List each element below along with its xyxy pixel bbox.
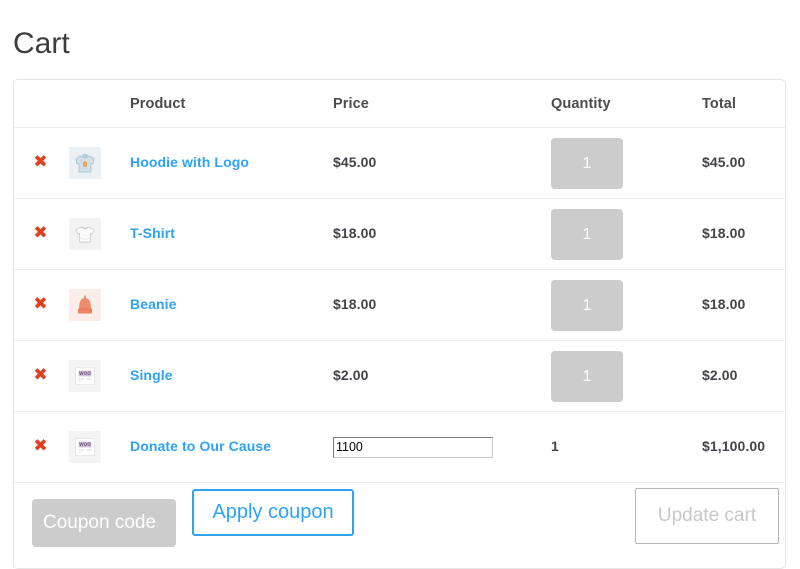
product-name-cell: Beanie [130,296,333,314]
quantity-cell: 1 [551,208,702,260]
product-name-cell: Hoodie with Logo [130,154,333,172]
price-value: $45.00 [333,154,377,170]
total-cell: $2.00 [702,367,785,385]
total-cell: $1,100.00 [702,438,785,456]
cart-actions-row: Apply coupon Update cart [14,482,785,568]
page-title: Cart [13,27,70,61]
svg-text:WOO: WOO [79,371,91,376]
price-cell [333,436,551,458]
quantity-input[interactable]: 1 [551,350,623,402]
album-thumbnail-icon[interactable]: WOO [69,431,101,463]
price-value: $2.00 [333,367,369,383]
price-cell: $2.00 [333,367,551,385]
quantity-input[interactable]: 1 [551,208,623,260]
price-value: $18.00 [333,296,377,312]
table-row: ✖ Beanie $18.00 1 $18.00 [14,269,785,340]
remove-icon[interactable]: ✖ [33,225,47,242]
cart-page: Cart Product Price Quantity Total ✖ Hood… [0,0,800,569]
table-row: ✖ Hoodie with Logo $45.00 1 $45.00 [14,127,785,198]
product-link[interactable]: T-Shirt [130,225,175,241]
total-value: $2.00 [702,367,738,383]
remove-icon[interactable]: ✖ [33,438,47,455]
cart-table-header-row: Product Price Quantity Total [14,80,785,127]
table-row: ✖ WOO Single $2.00 1 $2.00 [14,340,785,411]
header-total: Total [702,95,737,112]
remove-cell: ✖ [14,225,67,243]
quantity-input[interactable]: 1 [551,137,623,189]
total-value: $18.00 [702,225,746,241]
price-cell: $45.00 [333,154,551,172]
total-cell: $18.00 [702,225,785,243]
thumbnail-cell [67,289,130,321]
quantity-cell: 1 [551,350,702,402]
svg-text:WOO: WOO [79,442,91,447]
quantity-cell: 1 [551,279,702,331]
product-name-cell: T-Shirt [130,225,333,243]
product-link[interactable]: Single [130,367,173,383]
header-price: Price [333,95,369,112]
quantity-cell: 1 [551,137,702,189]
total-value: $18.00 [702,296,746,312]
product-name-cell: Donate to Our Cause [130,438,333,456]
thumbnail-cell: WOO [67,431,130,463]
update-cart-button[interactable]: Update cart [635,488,779,544]
remove-cell: ✖ [14,296,67,314]
quantity-value: 1 [551,438,559,454]
remove-icon[interactable]: ✖ [33,296,47,313]
thumbnail-cell [67,147,130,179]
tshirt-thumbnail-icon[interactable] [69,218,101,250]
product-link[interactable]: Hoodie with Logo [130,154,249,170]
thumbnail-cell [67,218,130,250]
header-quantity: Quantity [551,95,611,112]
quantity-input[interactable]: 1 [551,279,623,331]
table-row: ✖ WOO Donate to Our Cause 1100 1 $1,100.… [14,411,785,482]
table-row: ✖ T-Shirt $18.00 1 $18.00 [14,198,785,269]
album-thumbnail-icon[interactable]: WOO [69,360,101,392]
total-cell: $45.00 [702,154,785,172]
hoodie-thumbnail-icon[interactable] [69,147,101,179]
total-value: $45.00 [702,154,746,170]
remove-cell: ✖ [14,154,67,172]
remove-cell: ✖ [14,367,67,385]
donation-amount-input[interactable] [333,436,493,458]
product-link[interactable]: Beanie [130,296,177,312]
total-value: $1,100.00 [702,438,766,454]
apply-coupon-button[interactable]: Apply coupon [192,489,354,536]
total-cell: $18.00 [702,296,785,314]
price-cell: $18.00 [333,225,551,243]
quantity-cell: 1 [551,438,702,456]
remove-icon[interactable]: ✖ [33,367,47,384]
product-link[interactable]: Donate to Our Cause [130,438,271,454]
price-cell: $18.00 [333,296,551,314]
beanie-thumbnail-icon[interactable] [69,289,101,321]
product-name-cell: Single [130,367,333,385]
remove-icon[interactable]: ✖ [33,154,47,171]
cart-table: Product Price Quantity Total ✖ Hoodie wi… [13,79,786,569]
thumbnail-cell: WOO [67,360,130,392]
price-value: $18.00 [333,225,377,241]
coupon-code-input[interactable] [32,499,176,547]
header-product: Product [130,95,186,112]
remove-cell: ✖ [14,438,67,456]
